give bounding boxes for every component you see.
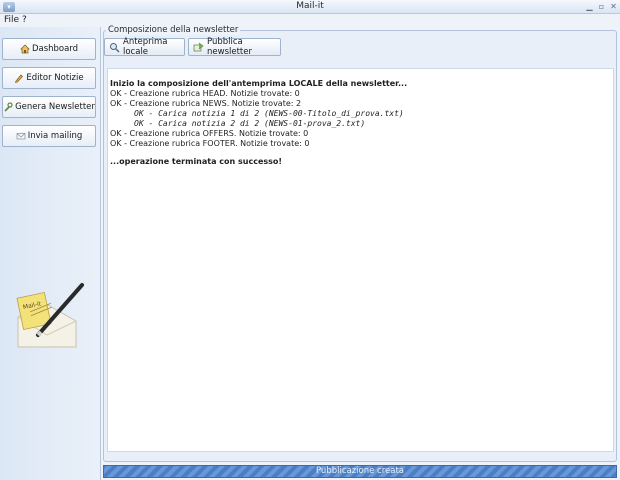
menu-file[interactable]: File [4,14,19,26]
panel-title: Composizione della newsletter [106,25,241,35]
title-bar: ▾ Mail-it ▁ ▫ ✕ [0,0,620,14]
log-line: OK - Creazione rubrica FOOTER. Notizie t… [110,139,310,148]
sidebar-item-genera-newsletter[interactable]: Genera Newsletter [2,96,96,118]
log-line: OK - Creazione rubrica HEAD. Notizie tro… [110,89,300,98]
log-line: OK - Creazione rubrica NEWS. Notizie tro… [110,99,302,108]
magnifier-icon [109,42,120,53]
publish-icon [193,42,204,53]
pencil-icon [14,73,24,83]
button-label: Pubblica newsletter [207,37,252,57]
sidebar-item-label: Invia mailing [27,131,83,141]
sidebar-item-dashboard[interactable]: Dashboard [2,38,96,60]
log-output[interactable]: Inizio la composizione dell'antemprima L… [107,68,614,452]
log-line: OK - Creazione rubrica OFFERS. Notizie t… [110,129,309,138]
sidebar: Dashboard Editor Notizie Genera Newslett… [0,27,101,480]
sidebar-item-label: Genera Newsletter [15,102,95,112]
log-spacer [110,149,611,157]
log-line: Inizio la composizione dell'antemprima L… [110,79,408,88]
minimize-icon[interactable]: ▁ [584,2,595,12]
sidebar-item-editor-notizie[interactable]: Editor Notizie [2,67,96,89]
sidebar-item-label: Editor Notizie [26,73,84,83]
pubblica-newsletter-button[interactable]: Pubblica newsletter [188,37,281,57]
log-line: ...operazione terminata con successo! [110,157,283,166]
log-spacer [110,71,611,79]
home-icon [20,44,30,54]
log-line: OK - Carica notizia 1 di 2 (NEWS-00-Tito… [134,109,404,118]
envelope-icon [16,131,26,141]
menu-help[interactable]: ? [22,14,27,26]
sidebar-item-invia-mailing[interactable]: Invia mailing [2,125,96,147]
close-icon[interactable]: ✕ [608,2,619,12]
sidebar-item-label: Dashboard [31,44,79,54]
status-bar: Pubblicazione creata [103,465,617,478]
app-logo: Mail-it [12,277,86,353]
log-line: OK - Carica notizia 2 di 2 (NEWS-01-prov… [134,119,366,128]
anteprima-locale-button[interactable]: Anteprima locale [104,37,185,57]
menu-bar: File ? [0,14,620,26]
window-title: Mail-it [296,1,324,11]
button-label: Anteprima locale [123,37,168,57]
maximize-icon[interactable]: ▫ [596,2,607,12]
wrench-icon [3,102,13,112]
